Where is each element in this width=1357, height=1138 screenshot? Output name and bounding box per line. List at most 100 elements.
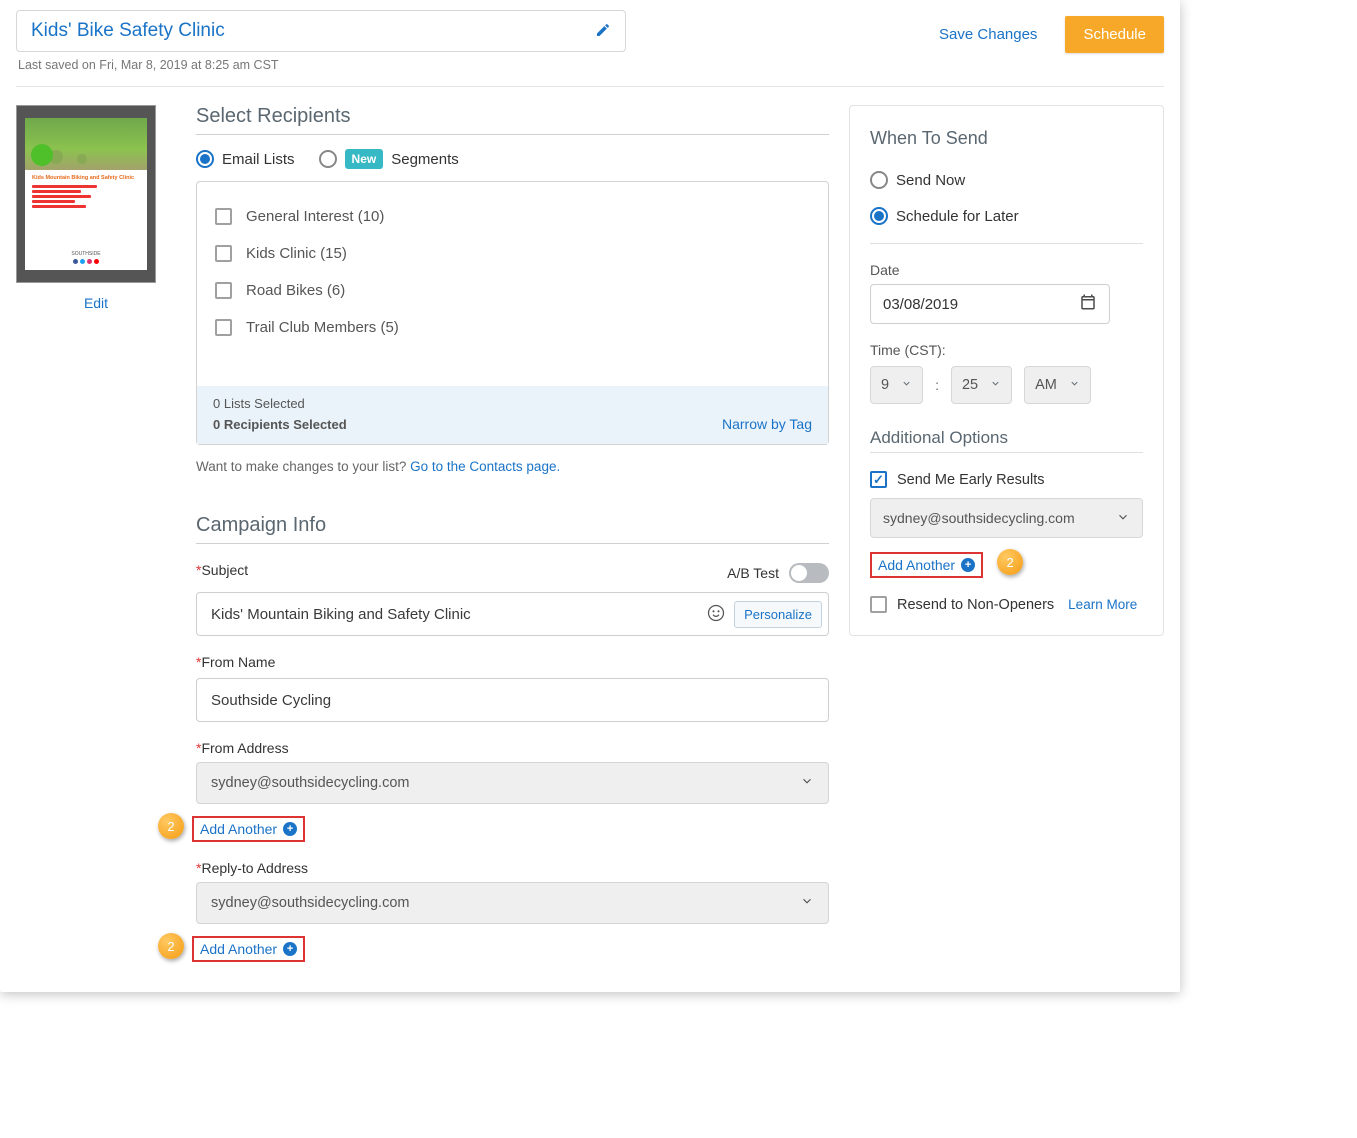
segments-radio[interactable]: New Segments <box>319 149 459 169</box>
when-to-send-panel: When To Send Send Now Schedule for Later… <box>849 105 1164 636</box>
campaign-title-box[interactable]: Kids' Bike Safety Clinic <box>16 10 626 52</box>
date-value: 03/08/2019 <box>883 296 958 313</box>
subject-label: *Subject <box>196 562 248 578</box>
minute-value: 25 <box>962 377 978 393</box>
step-badge: 2 <box>158 813 184 839</box>
lists-selected-count: 0 Lists Selected <box>213 396 347 411</box>
ampm-value: AM <box>1035 377 1057 393</box>
subject-value: Kids' Mountain Biking and Safety Clinic <box>211 606 698 623</box>
list-item-label: General Interest (10) <box>246 208 384 225</box>
checkbox-icon[interactable] <box>215 319 232 336</box>
checkbox-unchecked-icon <box>870 596 887 613</box>
email-lists-box: General Interest (10) Kids Clinic (15) R… <box>196 181 829 445</box>
reply-to-value: sydney@southsidecycling.com <box>211 895 409 911</box>
early-results-label: Send Me Early Results <box>897 472 1044 488</box>
contacts-page-link[interactable]: Go to the Contacts page. <box>410 459 560 474</box>
hour-value: 9 <box>881 377 889 393</box>
chevron-down-icon <box>800 774 814 792</box>
checkbox-icon[interactable] <box>215 245 232 262</box>
save-changes-link[interactable]: Save Changes <box>939 26 1037 43</box>
radio-unselected-icon <box>870 171 888 189</box>
schedule-later-label: Schedule for Later <box>896 208 1019 225</box>
recipients-selected-count: 0 Recipients Selected <box>213 417 347 432</box>
emoji-icon[interactable] <box>706 603 726 626</box>
early-results-checkbox-row[interactable]: ✓ Send Me Early Results <box>870 471 1143 488</box>
step-badge: 2 <box>997 549 1023 575</box>
add-another-label: Add Another <box>878 557 955 573</box>
email-lists-radio[interactable]: Email Lists <box>196 150 295 168</box>
email-preview-thumbnail[interactable]: Kids Mountain Biking and Safety Clinic S… <box>16 105 156 283</box>
list-item-label: Road Bikes (6) <box>246 282 345 299</box>
from-name-label: *From Name <box>196 654 829 670</box>
from-address-dropdown[interactable]: sydney@southsidecycling.com <box>196 762 829 804</box>
list-item[interactable]: General Interest (10) <box>215 198 810 235</box>
date-input[interactable]: 03/08/2019 <box>870 284 1110 324</box>
schedule-later-radio[interactable]: Schedule for Later <box>870 207 1143 225</box>
ab-test-label: A/B Test <box>727 565 779 581</box>
add-another-from-address[interactable]: Add Another + <box>192 816 305 842</box>
add-another-label: Add Another <box>200 821 277 837</box>
minute-select[interactable]: 25 <box>951 366 1012 404</box>
thumb-title: Kids Mountain Biking and Safety Clinic <box>32 175 140 182</box>
date-label: Date <box>870 262 1143 278</box>
step-badge: 2 <box>158 933 184 959</box>
learn-more-link[interactable]: Learn More <box>1068 597 1137 612</box>
pencil-icon[interactable] <box>595 22 611 41</box>
send-now-label: Send Now <box>896 172 965 189</box>
send-now-radio[interactable]: Send Now <box>870 171 1143 189</box>
hour-select[interactable]: 9 <box>870 366 923 404</box>
reply-to-dropdown[interactable]: sydney@southsidecycling.com <box>196 882 829 924</box>
list-item-label: Trail Club Members (5) <box>246 319 399 336</box>
segments-label: Segments <box>391 151 459 168</box>
subject-input[interactable]: Kids' Mountain Biking and Safety Clinic … <box>196 592 829 636</box>
from-name-input[interactable] <box>196 678 829 722</box>
early-results-email-value: sydney@southsidecycling.com <box>883 510 1075 526</box>
email-lists-label: Email Lists <box>222 151 295 168</box>
radio-selected-icon <box>196 150 214 168</box>
plus-circle-icon: + <box>283 822 297 836</box>
ampm-select[interactable]: AM <box>1024 366 1091 404</box>
when-to-send-title: When To Send <box>870 128 1143 149</box>
chevron-down-icon <box>1116 510 1130 527</box>
ab-test-toggle[interactable] <box>789 563 829 583</box>
edit-thumbnail-link[interactable]: Edit <box>16 295 176 311</box>
list-item-label: Kids Clinic (15) <box>246 245 347 262</box>
additional-options-title: Additional Options <box>870 428 1143 448</box>
list-item[interactable]: Trail Club Members (5) <box>215 309 810 346</box>
checkbox-checked-icon: ✓ <box>870 471 887 488</box>
add-another-label: Add Another <box>200 941 277 957</box>
campaign-title: Kids' Bike Safety Clinic <box>31 20 225 42</box>
new-badge: New <box>345 149 384 169</box>
radio-selected-icon <box>870 207 888 225</box>
contacts-help-text: Want to make changes to your list? Go to… <box>196 459 829 474</box>
add-another-early-results[interactable]: Add Another + <box>870 552 983 578</box>
radio-unselected-icon <box>319 150 337 168</box>
schedule-button[interactable]: Schedule <box>1065 16 1164 53</box>
plus-circle-icon: + <box>283 942 297 956</box>
chevron-down-icon <box>1069 377 1080 393</box>
checkbox-icon[interactable] <box>215 208 232 225</box>
time-colon: : <box>935 377 939 393</box>
list-item[interactable]: Road Bikes (6) <box>215 272 810 309</box>
narrow-by-tag-link[interactable]: Narrow by Tag <box>722 416 812 432</box>
add-another-reply-to[interactable]: Add Another + <box>192 936 305 962</box>
reply-to-label: *Reply-to Address <box>196 860 829 876</box>
list-item[interactable]: Kids Clinic (15) <box>215 235 810 272</box>
from-address-label: *From Address <box>196 740 829 756</box>
checkbox-icon[interactable] <box>215 282 232 299</box>
resend-label: Resend to Non-Openers <box>897 597 1054 613</box>
chevron-down-icon <box>990 377 1001 393</box>
select-recipients-title: Select Recipients <box>196 105 829 128</box>
resend-checkbox-row[interactable]: Resend to Non-Openers Learn More <box>870 596 1143 613</box>
last-saved-text: Last saved on Fri, Mar 8, 2019 at 8:25 a… <box>18 58 626 72</box>
campaign-info-title: Campaign Info <box>196 514 829 537</box>
calendar-icon <box>1079 293 1097 315</box>
chevron-down-icon <box>800 894 814 912</box>
help-text-prefix: Want to make changes to your list? <box>196 459 410 474</box>
plus-circle-icon: + <box>961 558 975 572</box>
chevron-down-icon <box>901 377 912 393</box>
time-label: Time (CST): <box>870 342 1143 358</box>
personalize-button[interactable]: Personalize <box>734 601 822 628</box>
early-results-email-dropdown[interactable]: sydney@southsidecycling.com <box>870 498 1143 538</box>
from-address-value: sydney@southsidecycling.com <box>211 775 409 791</box>
